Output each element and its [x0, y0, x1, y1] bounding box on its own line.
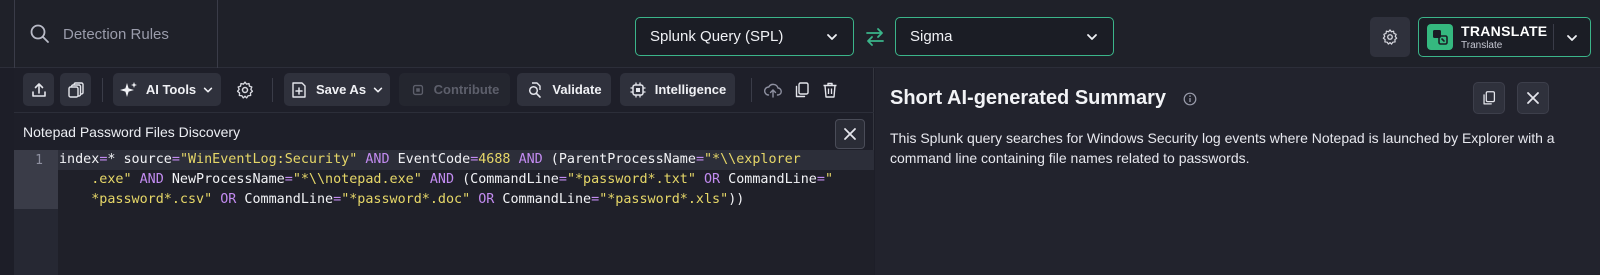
ai-tools-label: AI Tools [145, 82, 197, 97]
summary-panel: Short AI-generated Summary This Splunk q… [875, 68, 1600, 275]
contribute-button[interactable]: Contribute [399, 73, 510, 106]
translate-button[interactable]: TRANSLATE Translate [1418, 17, 1591, 57]
copy-icon [1483, 91, 1496, 105]
chevron-down-icon [1087, 33, 1097, 40]
copy-icon[interactable] [792, 80, 812, 100]
sparkles-icon [119, 81, 137, 97]
info-icon[interactable] [1183, 92, 1197, 106]
chevron-down-icon [827, 33, 837, 40]
code-line: index=* source="WinEventLog:Security" AN… [59, 152, 801, 167]
chip-icon [630, 82, 646, 97]
validate-icon [529, 81, 542, 98]
stack-icon [67, 81, 84, 98]
close-query-button[interactable] [835, 119, 865, 149]
trash-icon[interactable] [820, 80, 840, 100]
chip-icon [412, 84, 423, 95]
target-language-select[interactable]: Sigma [895, 17, 1114, 56]
query-editor-panel: AI Tools Save As Contribute Validate Int… [14, 68, 874, 275]
source-language-select[interactable]: Splunk Query (SPL) [635, 17, 854, 56]
chevron-down-icon [203, 87, 213, 92]
chevron-down-icon[interactable] [1565, 31, 1579, 45]
search-icon [30, 24, 49, 43]
gear-icon[interactable] [235, 80, 255, 100]
translate-sublabel: Translate [1461, 39, 1503, 51]
save-as-label: Save As [315, 82, 367, 97]
close-summary-button[interactable] [1517, 82, 1549, 114]
summary-title: Short AI-generated Summary [890, 87, 1166, 109]
detection-rules-search[interactable]: Detection Rules [14, 0, 218, 68]
line-gutter: 1 [14, 150, 58, 275]
summary-text: This Splunk query searches for Windows S… [890, 130, 1555, 166]
validate-label: Validate [552, 82, 602, 97]
save-icon [292, 81, 306, 98]
stack-button[interactable] [60, 73, 91, 106]
swap-icon[interactable] [863, 25, 887, 49]
code-editor[interactable]: 1 index=* source="WinEventLog:Security" … [14, 150, 874, 275]
query-code[interactable]: index=* source="WinEventLog:Security" AN… [58, 150, 874, 275]
copy-summary-button[interactable] [1473, 82, 1505, 114]
contribute-label: Contribute [433, 82, 500, 97]
validate-button[interactable]: Validate [517, 73, 611, 106]
source-language-value: Splunk Query (SPL) [650, 28, 784, 45]
translate-icon [1427, 24, 1453, 50]
editor-toolbar: AI Tools Save As Contribute Validate Int… [14, 68, 874, 112]
query-title[interactable]: Notepad Password Files Discovery [23, 124, 240, 140]
query-title-bar: Notepad Password Files Discovery [14, 112, 874, 150]
intelligence-label: Intelligence [654, 82, 727, 97]
search-placeholder: Detection Rules [63, 25, 169, 43]
ai-tools-button[interactable]: AI Tools [113, 73, 221, 106]
upload-button[interactable] [23, 73, 54, 106]
code-line: *password*.csv" OR CommandLine="*passwor… [59, 192, 745, 207]
settings-button[interactable] [1370, 17, 1410, 57]
chevron-down-icon [373, 87, 383, 92]
target-language-value: Sigma [910, 28, 953, 45]
gear-icon [1382, 29, 1398, 45]
code-line: .exe" AND NewProcessName="*\\notepad.exe… [59, 172, 833, 187]
translate-label: TRANSLATE [1461, 22, 1548, 39]
cloud-upload-icon[interactable] [763, 80, 783, 100]
save-as-button[interactable]: Save As [284, 73, 390, 106]
upload-icon [31, 82, 46, 97]
line-number: 1 [35, 153, 43, 168]
close-icon [844, 128, 856, 140]
close-icon [1527, 92, 1539, 104]
top-bar: Detection Rules Splunk Query (SPL) Sigma… [0, 0, 1600, 68]
intelligence-button[interactable]: Intelligence [620, 73, 735, 106]
